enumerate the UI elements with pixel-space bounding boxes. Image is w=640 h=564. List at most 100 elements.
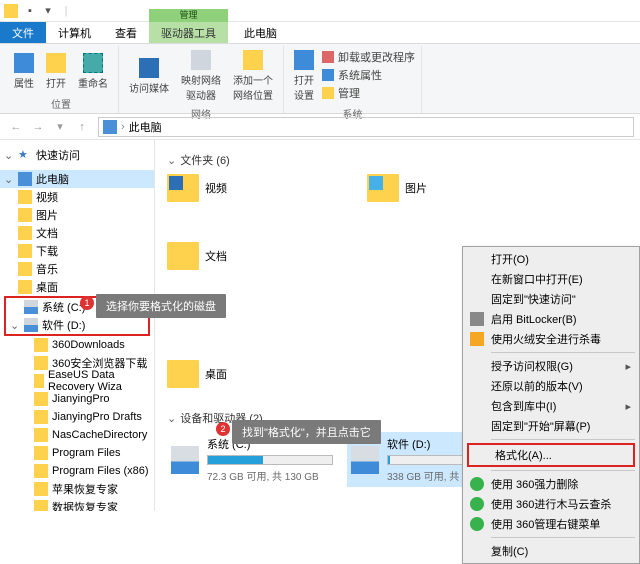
ctx-huorong-scan[interactable]: 使用火绒安全进行杀毒 xyxy=(465,329,637,349)
badge-2: 2 xyxy=(216,422,230,436)
breadcrumb[interactable]: › 此电脑 xyxy=(98,117,634,137)
pc-icon xyxy=(103,120,117,134)
ctx-360-trojan[interactable]: 使用 360进行木马云查杀 xyxy=(465,494,637,514)
btn-properties[interactable]: 属性 xyxy=(10,46,38,94)
ctx-open-new-window[interactable]: 在新窗口中打开(E) xyxy=(465,269,637,289)
btn-manage[interactable]: 管理 xyxy=(322,85,415,101)
nav-drive-d[interactable]: ⌄软件 (D:) xyxy=(6,316,148,334)
ctx-pin-start[interactable]: 固定到"开始"屏幕(P) xyxy=(465,416,637,436)
breadcrumb-item[interactable]: 此电脑 xyxy=(129,119,162,135)
ribbon-tabs: 文件 计算机 查看 管理 驱动器工具 此电脑 xyxy=(0,22,640,44)
folder-item[interactable]: 图片 xyxy=(367,174,527,202)
address-bar: ← → ▾ ↑ › 此电脑 xyxy=(0,114,640,140)
ctx-restore-previous[interactable]: 还原以前的版本(V) xyxy=(465,376,637,396)
group-folders-header[interactable]: ⌄文件夹 (6) xyxy=(167,152,628,168)
ctx-copy[interactable]: 复制(C) xyxy=(465,541,637,561)
nav-back-icon[interactable]: ← xyxy=(6,117,26,137)
360-icon xyxy=(470,497,484,511)
context-tab-label: 驱动器工具 xyxy=(161,25,216,41)
callout-2: 2 找到"格式化"，并且点击它 xyxy=(232,420,381,444)
folder-icon xyxy=(34,392,48,406)
tab-computer[interactable]: 计算机 xyxy=(46,22,103,43)
nav-subfolder[interactable]: NasCacheDirectory xyxy=(0,426,154,444)
nav-subfolder[interactable]: Program Files xyxy=(0,444,154,462)
ctx-grant-access[interactable]: 授予访问权限(G)▸ xyxy=(465,356,637,376)
nav-music[interactable]: 音乐 xyxy=(0,260,154,278)
ctx-360-shred[interactable]: 使用 360强力删除 xyxy=(465,474,637,494)
folder-icon xyxy=(34,374,44,388)
btn-add-net[interactable]: 添加一个 网络位置 xyxy=(229,46,277,104)
folder-icon xyxy=(18,262,32,276)
nav-downloads[interactable]: 下载 xyxy=(0,242,154,260)
ribbon-group-network: 访问媒体 映射网络 驱动器 添加一个 网络位置 网络 xyxy=(119,46,284,113)
group-label-location: 位置 xyxy=(51,94,71,113)
drive-free: 72.3 GB 可用, 共 130 GB xyxy=(207,468,333,483)
chevron-down-icon: ⌄ xyxy=(167,154,176,167)
folder-icon xyxy=(167,360,199,388)
folder-item[interactable]: 文档 xyxy=(167,242,327,270)
nav-video[interactable]: 视频 xyxy=(0,188,154,206)
tab-file[interactable]: 文件 xyxy=(0,22,46,43)
folder-item[interactable]: 桌面 xyxy=(167,360,327,388)
nav-documents[interactable]: 文档 xyxy=(0,224,154,242)
btn-open[interactable]: 打开 xyxy=(42,46,70,94)
folder-icon xyxy=(18,226,32,240)
drive-icon xyxy=(351,446,379,474)
folder-icon xyxy=(18,208,32,222)
btn-access-media[interactable]: 访问媒体 xyxy=(125,46,173,104)
app-icon xyxy=(4,4,18,18)
btn-rename[interactable]: 重命名 xyxy=(74,46,112,94)
nav-subfolder[interactable]: 数据恢复专家 xyxy=(0,498,154,511)
tab-drive-tools[interactable]: 管理 驱动器工具 xyxy=(149,22,228,43)
ctx-360-menu[interactable]: 使用 360管理右键菜单 xyxy=(465,514,637,534)
star-icon: ★ xyxy=(18,148,32,162)
folder-item[interactable]: 视频 xyxy=(167,174,327,202)
shield-icon xyxy=(470,332,484,346)
tab-view[interactable]: 查看 xyxy=(103,22,149,43)
pc-icon xyxy=(18,172,32,186)
callout-1: 1 选择你要格式化的磁盘 xyxy=(96,294,226,318)
nav-up-icon[interactable]: ↑ xyxy=(72,117,92,137)
btn-map-drive[interactable]: 映射网络 驱动器 xyxy=(177,46,225,104)
ctx-open[interactable]: 打开(O) xyxy=(465,249,637,269)
folder-icon xyxy=(34,338,48,352)
folder-icon xyxy=(367,174,399,202)
360-icon xyxy=(470,517,484,531)
folder-icon xyxy=(34,500,48,511)
nav-subfolder[interactable]: 360Downloads xyxy=(0,336,154,354)
ctx-include-library[interactable]: 包含到库中(I)▸ xyxy=(465,396,637,416)
folder-icon xyxy=(34,410,48,424)
folder-icon xyxy=(34,464,48,478)
folder-icon xyxy=(34,356,48,370)
ctx-pin-quick[interactable]: 固定到"快速访问" xyxy=(465,289,637,309)
nav-recent-icon[interactable]: ▾ xyxy=(50,117,70,137)
nav-this-pc[interactable]: ⌄此电脑 xyxy=(0,170,154,188)
btn-open-settings[interactable]: 打开 设置 xyxy=(290,46,318,104)
folder-icon xyxy=(167,174,199,202)
ctx-bitlocker[interactable]: 启用 BitLocker(B) xyxy=(465,309,637,329)
nav-pictures[interactable]: 图片 xyxy=(0,206,154,224)
folder-icon xyxy=(18,280,32,294)
folder-icon xyxy=(18,190,32,204)
btn-uninstall[interactable]: 卸载或更改程序 xyxy=(322,49,415,65)
nav-quick-access[interactable]: ⌄★快速访问 xyxy=(0,146,154,164)
qat-icon[interactable]: ▪ xyxy=(22,3,38,19)
ctx-format[interactable]: 格式化(A)... xyxy=(469,445,633,465)
tab-this-pc: 此电脑 xyxy=(232,22,289,43)
qat-dropdown-icon[interactable]: ▾ xyxy=(40,3,56,19)
context-menu: 打开(O) 在新窗口中打开(E) 固定到"快速访问" 启用 BitLocker(… xyxy=(462,246,640,564)
folder-icon xyxy=(34,428,48,442)
chevron-right-icon: ▸ xyxy=(625,360,631,373)
nav-fwd-icon[interactable]: → xyxy=(28,117,48,137)
context-group-label: 管理 xyxy=(149,9,228,22)
folder-icon xyxy=(34,482,48,496)
nav-subfolder[interactable]: 苹果恢复专家 xyxy=(0,480,154,498)
ribbon-group-location: 属性 打开 重命名 位置 xyxy=(4,46,119,113)
btn-sys-props[interactable]: 系统属性 xyxy=(322,67,415,83)
nav-subfolder[interactable]: EaseUS Data Recovery Wiza xyxy=(0,372,154,390)
separator xyxy=(491,470,635,471)
nav-subfolder[interactable]: Program Files (x86) xyxy=(0,462,154,480)
drive-icon xyxy=(171,446,199,474)
quick-access-toolbar: ▪ ▾ | xyxy=(22,3,74,19)
nav-subfolder[interactable]: JianyingPro Drafts xyxy=(0,408,154,426)
